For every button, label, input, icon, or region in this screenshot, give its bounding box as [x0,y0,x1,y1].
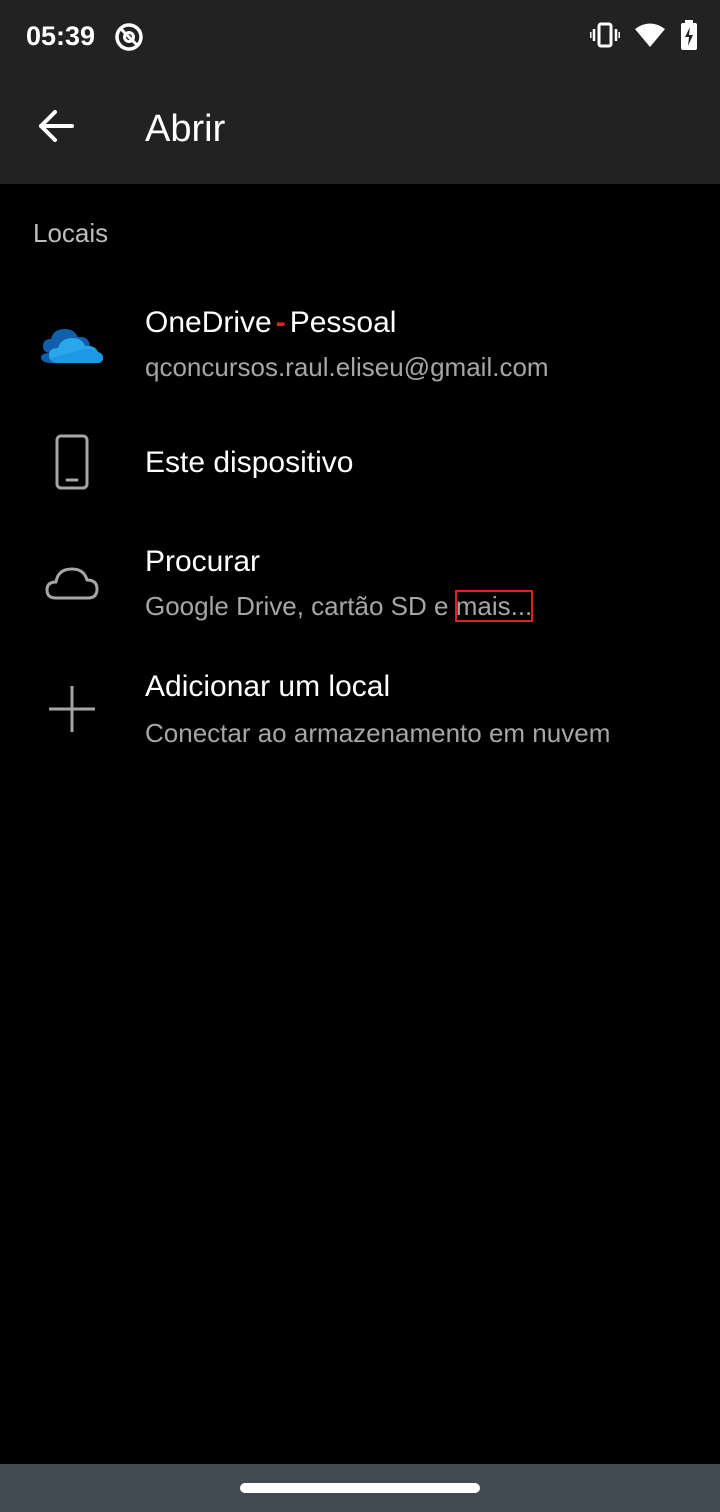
page-title: Abrir [145,108,226,150]
add-location[interactable]: Adicionar um local Conectar ao armazenam… [0,654,720,774]
onedrive-cloud-icon [30,318,114,368]
battery-charging-icon [680,19,698,55]
location-title: Adicionar um local [145,670,391,703]
status-time: 05:39 [26,21,96,51]
back-button[interactable] [22,94,90,162]
wifi-icon [634,22,666,53]
status-icons [589,18,698,56]
cloud-outline-icon [30,563,114,603]
title-separator: - [275,306,286,339]
location-this-device[interactable]: Este dispositivo [0,414,720,514]
location-browse[interactable]: Procurar Google Drive, cartão SD e mais.… [0,529,720,639]
home-indicator[interactable] [240,1483,480,1493]
location-title: Procurar [145,545,261,578]
navigation-bar [0,1464,720,1512]
arrow-back-icon [38,109,74,147]
location-title-suffix: Pessoal [289,306,397,339]
plus-icon [30,684,114,734]
location-subtitle-text: Google Drive, cartão SD e [145,591,456,621]
more-link[interactable]: mais... [454,590,534,622]
location-title: OneDrive - Pessoal [145,306,396,340]
location-onedrive-personal[interactable]: OneDrive - Pessoal qconcursos.raul.eliseu@… [0,284,720,404]
at-sign-icon [112,20,146,54]
app-bar: Abrir [0,74,720,184]
location-subtitle: Google Drive, cartão SD e mais... [145,590,534,622]
status-bar: 05:39 [0,0,720,74]
section-header: Locais [33,218,109,248]
location-subtitle: qconcursos.raul.eliseu@gmail.com [145,352,549,382]
vibrate-icon [589,21,621,54]
location-title-main: OneDrive [145,306,272,339]
phone-icon [30,434,114,490]
location-title: Este dispositivo [145,446,354,479]
location-subtitle: Conectar ao armazenamento em nuvem [145,718,611,748]
